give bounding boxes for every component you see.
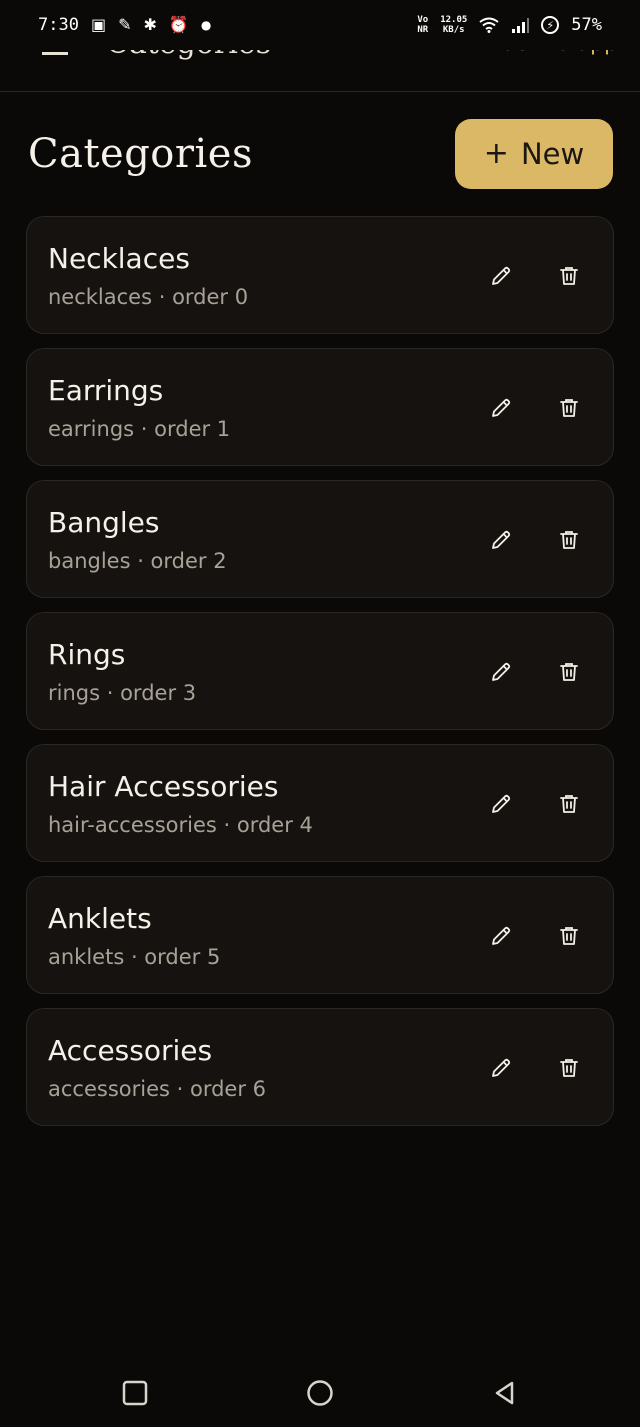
pencil-icon [489,396,513,420]
notification-tools-icon: ✎ [118,15,132,34]
category-name: Hair Accessories [48,770,279,803]
pencil-icon [489,264,513,288]
delete-category-button[interactable] [550,917,588,955]
pencil-icon [489,528,513,552]
category-slug-order: accessories · order 6 [48,1077,266,1101]
category-slug-order: earrings · order 1 [48,417,231,441]
trash-icon [557,924,581,948]
plus-icon: + [483,136,509,171]
category-slug-order: anklets · order 5 [48,945,221,969]
circle-icon [307,1380,333,1406]
new-button-label: New [520,137,585,171]
category-name: Necklaces [48,242,190,275]
delete-category-button[interactable] [550,785,588,823]
network-speed: 12.05 KB/s [440,15,467,35]
status-time: 7:30 [38,15,79,35]
status-bar: 7:30 ▣ ✎ ✱ ⏰ ● Vo NR 12.05 KB/s ⚡ 57% [0,0,640,50]
volte-top-text: Vo [417,15,429,25]
home-button[interactable] [303,1376,337,1410]
category-slug-order: rings · order 3 [48,681,197,705]
pencil-icon [489,660,513,684]
hamburger-menu-icon[interactable] [42,52,68,55]
system-navigation-bar [0,1362,640,1427]
status-bar-right: Vo NR 12.05 KB/s ⚡ 57% [417,15,602,35]
square-icon [122,1380,148,1406]
category-slug-order: hair-accessories · order 4 [48,813,313,837]
page-title: Categories [28,131,253,177]
wifi-icon [479,17,499,33]
category-card[interactable]: Rings rings · order 3 [26,612,614,730]
category-card[interactable]: Anklets anklets · order 5 [26,876,614,994]
app-screen: 7:30 ▣ ✎ ✱ ⏰ ● Vo NR 12.05 KB/s ⚡ 57% Ca… [0,0,640,1427]
category-slug-order: bangles · order 2 [48,549,227,573]
back-button[interactable] [488,1376,522,1410]
volte-indicator: Vo NR [417,15,428,35]
trash-icon [557,396,581,420]
category-name: Anklets [48,902,152,935]
pencil-icon [489,924,513,948]
category-list: Necklaces necklaces · order 0 Earrings earr… [26,216,614,1140]
category-name: Accessories [48,1034,213,1067]
notification-bug-icon: ✱ [143,15,157,34]
battery-level: 57% [571,15,602,35]
edit-category-button[interactable] [482,1049,520,1087]
trash-icon [557,660,581,684]
edit-category-button[interactable] [482,521,520,559]
edit-category-button[interactable] [482,389,520,427]
notification-app-icon: ▣ [90,15,107,34]
category-card[interactable]: Necklaces necklaces · order 0 [26,216,614,334]
delete-category-button[interactable] [550,653,588,691]
trash-icon [557,528,581,552]
category-card[interactable]: Earrings earrings · order 1 [26,348,614,466]
trash-icon [557,264,581,288]
volte-bottom-text: NR [417,25,429,35]
edit-category-button[interactable] [482,257,520,295]
edit-category-button[interactable] [482,917,520,955]
new-category-button[interactable]: + New [455,119,613,189]
delete-category-button[interactable] [550,257,588,295]
category-name: Rings [48,638,126,671]
alarm-icon: ⏰ [168,15,189,34]
edit-category-button[interactable] [482,653,520,691]
category-card[interactable]: Hair Accessories hair-accessories · order… [26,744,614,862]
triangle-back-icon [495,1381,514,1405]
trash-icon [557,1056,581,1080]
network-speed-unit: KB/s [442,25,465,35]
status-bar-left: 7:30 ▣ ✎ ✱ ⏰ ● [38,15,211,35]
trash-icon [557,792,581,816]
delete-category-button[interactable] [550,1049,588,1087]
edit-category-button[interactable] [482,785,520,823]
network-speed-value: 12.05 [440,15,468,25]
delete-category-button[interactable] [550,389,588,427]
battery-charging-icon: ⚡ [541,16,560,34]
more-notifications-dot-icon: ● [200,18,212,32]
category-card[interactable]: Accessories accessories · order 6 [26,1008,614,1126]
category-slug-order: necklaces · order 0 [48,285,249,309]
pencil-icon [489,792,513,816]
category-name: Bangles [48,506,160,539]
signal-icon [512,18,530,33]
delete-category-button[interactable] [550,521,588,559]
pencil-icon [489,1056,513,1080]
recent-apps-button[interactable] [118,1376,152,1410]
category-name: Earrings [48,374,164,407]
category-card[interactable]: Bangles bangles · order 2 [26,480,614,598]
